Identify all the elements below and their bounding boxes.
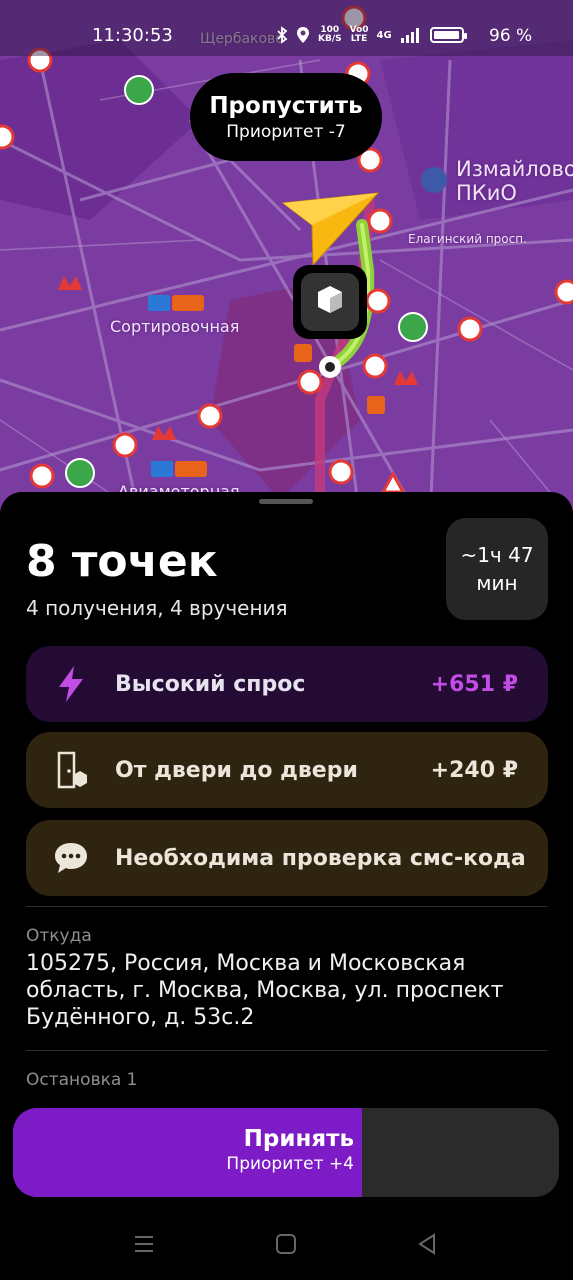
door-to-door-icon: [52, 751, 90, 789]
door-to-door-label: От двери до двери: [115, 757, 358, 783]
accept-text: Принять Приоритет +4: [226, 1126, 354, 1174]
status-icons: 100 KB/S Vo0 LTE 4G: [276, 26, 467, 44]
status-bar: 11:30:53 100 KB/S Vo0 LTE 4G 96 %: [0, 0, 573, 56]
skip-title: Пропустить: [209, 92, 363, 119]
skip-priority: Приоритет -7: [226, 121, 346, 142]
menu-icon[interactable]: [133, 1233, 155, 1255]
divider: [26, 906, 548, 907]
door-to-door-card[interactable]: От двери до двери +240 ₽: [26, 732, 548, 808]
battery-icon: [429, 27, 467, 43]
accept-title: Принять: [243, 1126, 354, 1152]
map-view[interactable]: Щербаково Измайлово ПКиО Елагинский прос…: [0, 0, 573, 520]
stop-label: Остановка 1: [26, 1070, 138, 1090]
points-subtitle: 4 получения, 4 вручения: [26, 596, 288, 620]
net-speed: 100 KB/S: [318, 26, 342, 44]
from-address: 105275, Россия, Москва и Московская обла…: [26, 951, 504, 1030]
door-to-door-amount: +240 ₽: [430, 757, 518, 783]
map-label-park: Измайлово ПКиО: [456, 157, 573, 205]
eta-line2: мин: [476, 571, 518, 595]
eta-line1: ~1ч 47: [460, 543, 534, 567]
high-demand-card[interactable]: Высокий спрос +651 ₽: [26, 646, 548, 722]
order-sheet[interactable]: 8 точек 4 получения, 4 вручения ~1ч 47 м…: [0, 492, 573, 1280]
map-label-prospect: Елагинский просп.: [408, 232, 527, 246]
map-label-station-sort: Сортировочная: [110, 317, 240, 336]
location-icon: [297, 27, 309, 43]
battery-fill: [433, 31, 459, 39]
system-nav-bar: [0, 1210, 573, 1280]
volte-bottom: LTE: [350, 34, 368, 44]
network-type: 4G: [376, 29, 392, 41]
status-time: 11:30:53: [92, 25, 173, 46]
accept-priority: Приоритет +4: [226, 1154, 354, 1174]
battery-percent: 96 %: [489, 26, 533, 46]
signal-icon: [400, 28, 419, 43]
high-demand-amount: +651 ₽: [430, 671, 518, 697]
net-speed-unit: KB/S: [318, 34, 342, 44]
sms-check-card[interactable]: Необходима проверка смс-кода: [26, 820, 548, 896]
eta-badge: ~1ч 47 мин: [446, 518, 548, 620]
volte-indicator: Vo0 LTE: [350, 26, 369, 44]
bluetooth-icon: [277, 26, 288, 44]
accept-button[interactable]: Принять Приоритет +4: [13, 1108, 559, 1197]
divider: [26, 1050, 548, 1051]
home-icon[interactable]: [275, 1233, 297, 1255]
from-label: Откуда: [26, 926, 92, 946]
sms-check-label: Необходима проверка смс-кода: [115, 845, 526, 871]
high-demand-label: Высокий спрос: [115, 671, 306, 697]
skip-button[interactable]: Пропустить Приоритет -7: [190, 73, 382, 161]
lightning-icon: [52, 665, 90, 703]
back-icon[interactable]: [416, 1233, 438, 1255]
chat-bubble-icon: [52, 839, 90, 877]
sheet-grabber[interactable]: [259, 499, 313, 504]
points-title: 8 точек: [26, 536, 218, 587]
